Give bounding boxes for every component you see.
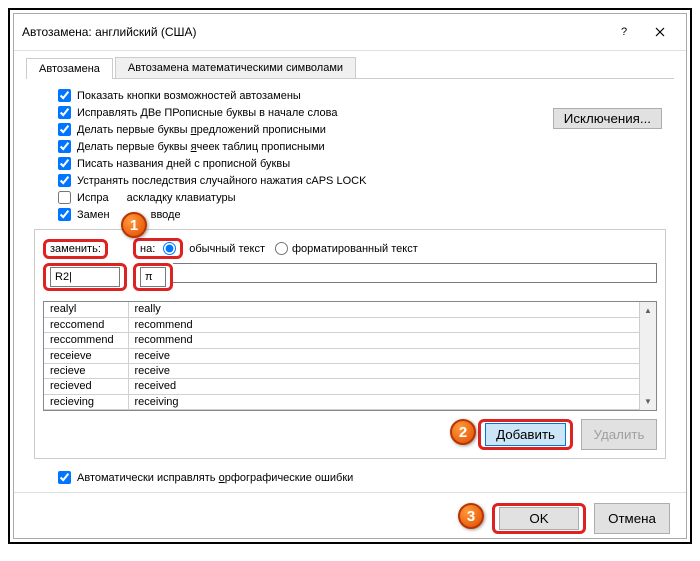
cell-to: really — [128, 302, 639, 317]
cell-from: recieved — [44, 379, 128, 394]
cell-from: receieve — [44, 348, 128, 363]
label-show-buttons: Показать кнопки возможностей автозамены — [77, 90, 301, 102]
dialog-title: Автозамена: английский (США) — [22, 25, 606, 39]
label-plain: обычный текст — [189, 243, 265, 255]
close-icon — [655, 27, 665, 37]
table-row[interactable]: receievereceive — [44, 348, 639, 363]
with-input-highlight[interactable] — [140, 267, 166, 287]
cell-to: receive — [128, 348, 639, 363]
check-two-caps[interactable] — [58, 106, 71, 119]
autocorrect-table[interactable]: realylreallyreccomendrecommendreccommend… — [43, 301, 657, 411]
table-row[interactable]: recievingreceiving — [44, 394, 639, 409]
radio-formatted[interactable] — [275, 242, 288, 255]
radio-plain[interactable] — [163, 242, 176, 255]
check-show-buttons[interactable] — [58, 89, 71, 102]
label-cap-days: Писать названия дней с прописной буквы — [77, 158, 290, 170]
label-two-caps: Исправлять ДВе ПРописные буквы в начале … — [77, 107, 337, 119]
label-keyboard: Исправляаскладку клавиатуры — [77, 192, 235, 204]
badge-1: 1 — [121, 212, 147, 238]
tab-autocorrect[interactable]: Автозамена — [26, 58, 113, 79]
check-cap-sentence[interactable] — [58, 123, 71, 136]
replace-group: 1 заменить: на: обычный текст форматиров… — [34, 229, 666, 459]
scroll-up-icon[interactable]: ▲ — [640, 302, 656, 319]
cell-to: received — [128, 379, 639, 394]
label-replace: заменить: — [43, 239, 108, 259]
autocorrect-dialog: Автозамена: английский (США) ? Автозамен… — [13, 13, 687, 539]
tabs: Автозамена Автозамена математическими си… — [26, 57, 674, 79]
cell-from: realyl — [44, 302, 128, 317]
label-cap-sentence: Делать первые буквы предложений прописны… — [77, 124, 326, 136]
cancel-button[interactable]: Отмена — [594, 503, 670, 534]
table-row[interactable]: reccomendrecommend — [44, 317, 639, 332]
add-button[interactable]: Добавить — [485, 423, 566, 446]
cell-from: recieve — [44, 363, 128, 378]
check-auto-spell[interactable] — [58, 471, 71, 484]
with-input[interactable] — [173, 263, 657, 283]
label-caps-lock: Устранять последствия случайного нажатия… — [77, 175, 366, 187]
help-button[interactable]: ? — [606, 20, 642, 44]
cell-to: recommend — [128, 333, 639, 348]
table-row[interactable]: realylreally — [44, 302, 639, 317]
table-row[interactable]: reccommendrecommend — [44, 333, 639, 348]
scroll-down-icon[interactable]: ▼ — [640, 393, 656, 410]
check-cap-days[interactable] — [58, 157, 71, 170]
cell-from: reccomend — [44, 317, 128, 332]
check-on-type[interactable] — [58, 208, 71, 221]
label-auto-spell: Автоматически исправлять орфографические… — [77, 472, 353, 484]
cell-to: receive — [128, 363, 639, 378]
close-button[interactable] — [642, 20, 678, 44]
ok-button[interactable]: OK — [499, 507, 579, 530]
label-formatted: форматированный текст — [292, 243, 418, 255]
check-keyboard[interactable] — [58, 191, 71, 204]
tab-math[interactable]: Автозамена математическими символами — [115, 57, 356, 78]
table-row[interactable]: recievedreceived — [44, 379, 639, 394]
cell-to: receiving — [128, 394, 639, 409]
badge-2: 2 — [450, 419, 476, 445]
check-caps-lock[interactable] — [58, 174, 71, 187]
check-cap-cells[interactable] — [58, 140, 71, 153]
delete-button[interactable]: Удалить — [581, 419, 657, 450]
cell-to: recommend — [128, 317, 639, 332]
badge-3: 3 — [458, 503, 484, 529]
cell-from: reccommend — [44, 333, 128, 348]
table-row[interactable]: recievereceive — [44, 363, 639, 378]
replace-input[interactable] — [50, 267, 120, 287]
cell-from: recieving — [44, 394, 128, 409]
label-cap-cells: Делать первые буквы ячеек таблиц прописн… — [77, 141, 325, 153]
label-with: на: — [140, 243, 155, 255]
scrollbar[interactable]: ▲ ▼ — [639, 302, 656, 410]
exceptions-button[interactable]: Исключения... — [553, 108, 662, 129]
titlebar: Автозамена: английский (США) ? — [14, 14, 686, 51]
